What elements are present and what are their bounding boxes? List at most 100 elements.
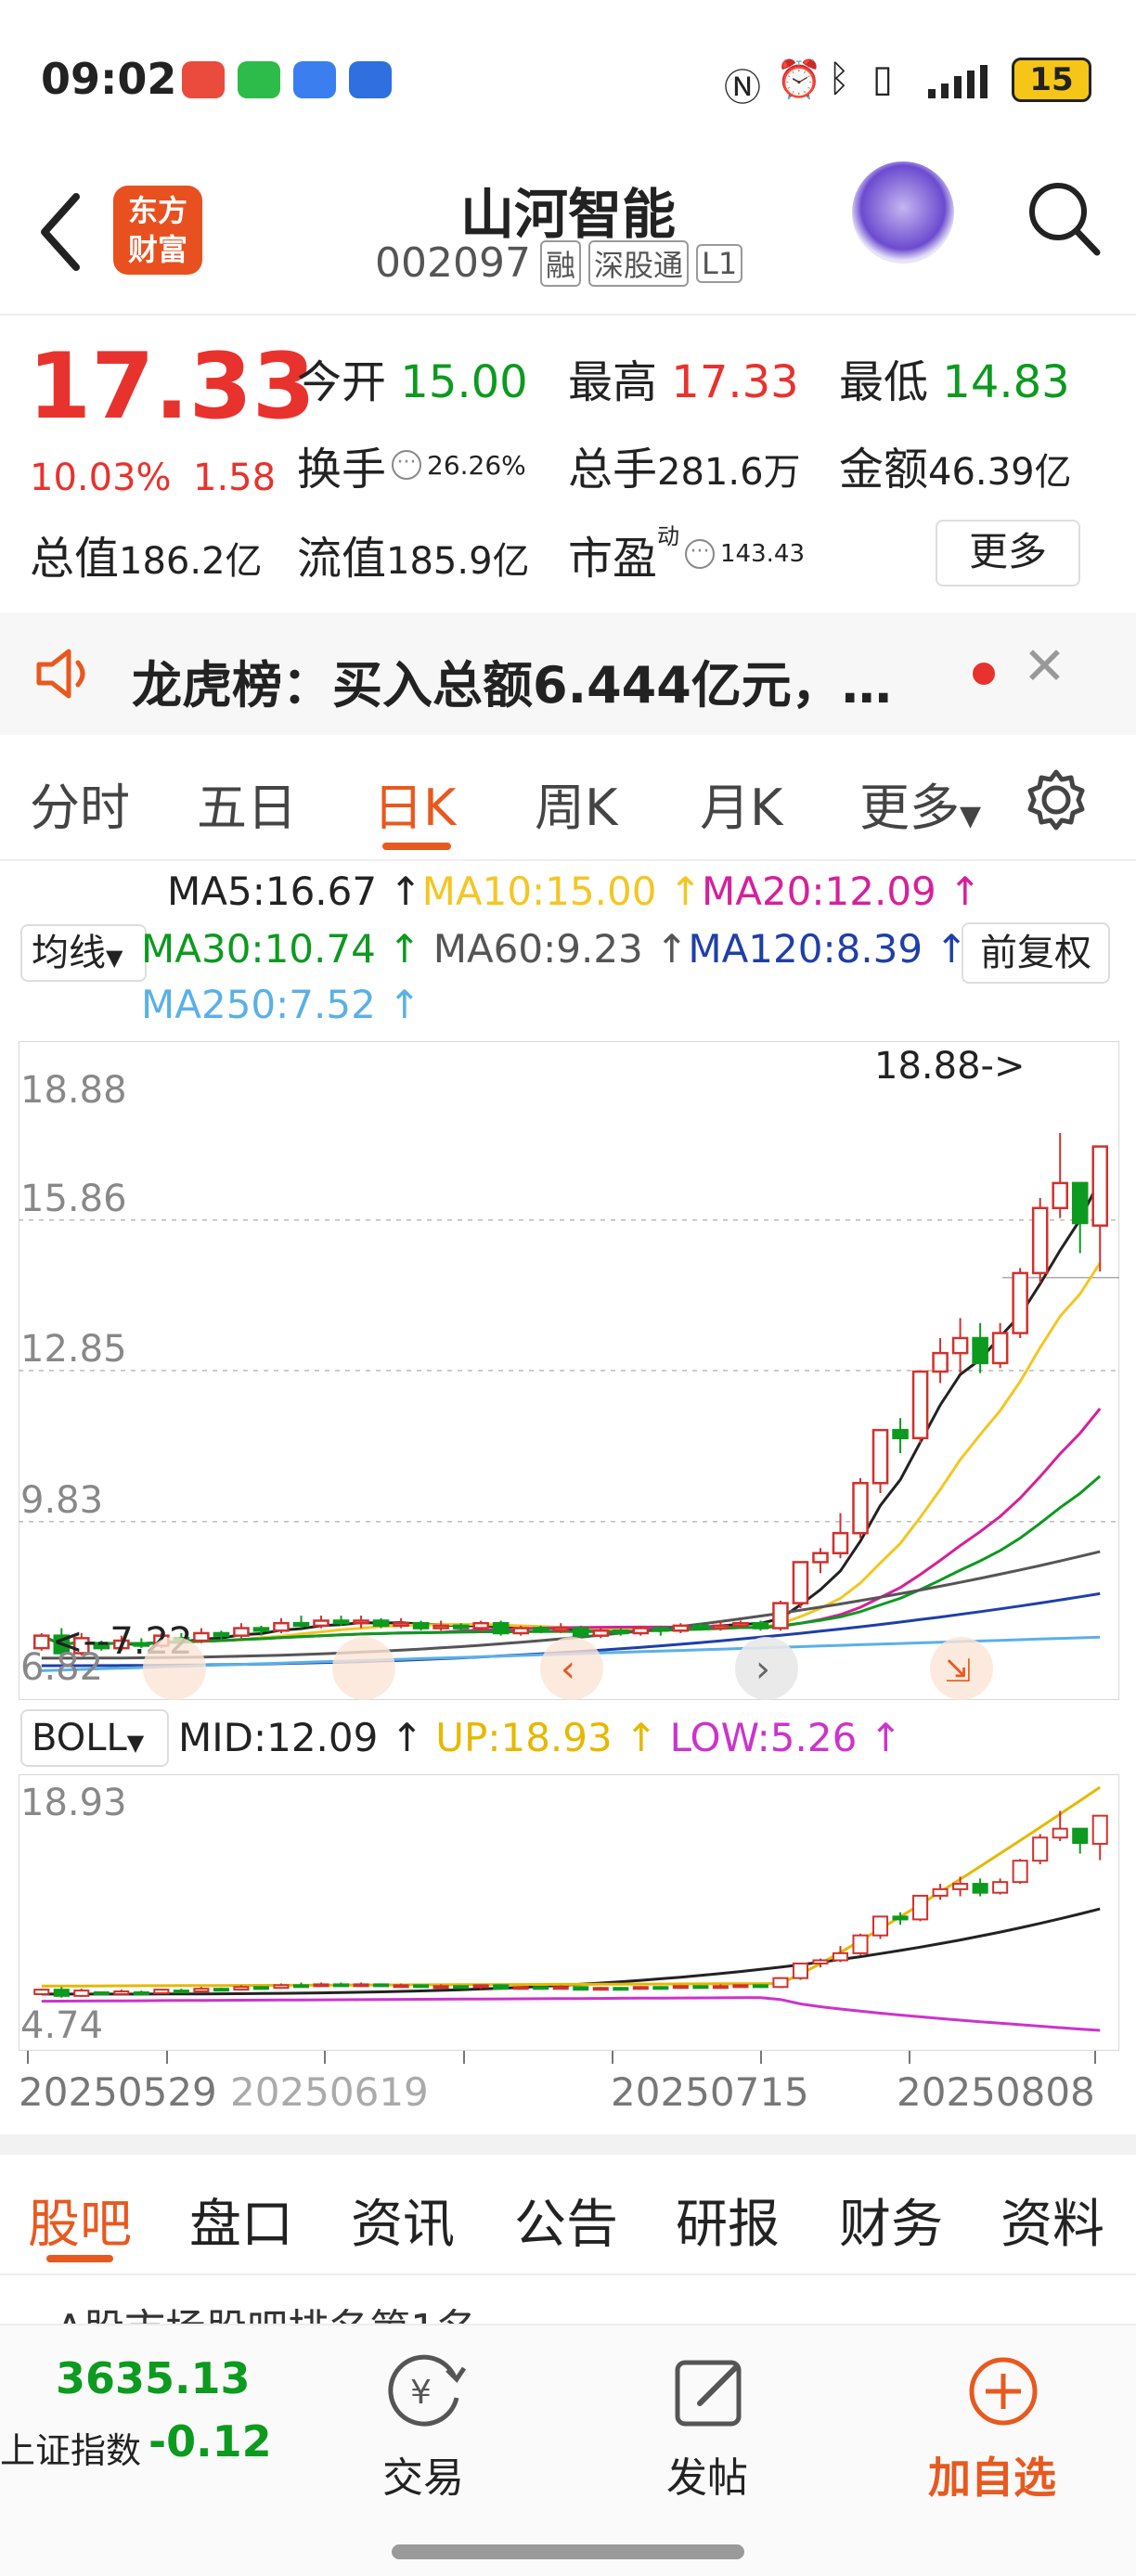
home-indicator[interactable]: [392, 2544, 744, 2559]
boll-candle-body: [652, 1986, 669, 1990]
change-percent: 10.03%: [30, 457, 172, 499]
boll-candle-body: [1072, 1827, 1089, 1844]
more-button[interactable]: 更多: [936, 520, 1080, 586]
boll-select-button[interactable]: BOLL▼: [20, 1709, 169, 1767]
boll-candle-body: [252, 1986, 269, 1990]
pe-value: 143.43: [720, 540, 805, 568]
indicator-select-button[interactable]: 均线▼: [20, 924, 147, 982]
float-stat: 流值185.9亿: [297, 522, 530, 586]
ma-legend-row-2: MA30:10.74 ↑ MA60:9.23 ↑MA120:8.39 ↑: [141, 926, 968, 972]
boll-candle-body: [872, 1915, 889, 1937]
stock-code: 002097: [375, 239, 531, 287]
speaker-icon: [36, 649, 85, 699]
dropdown-caret-icon: ▼: [960, 800, 982, 832]
boll-candle-body: [73, 1990, 90, 1997]
peek-content: A股市场股吧排名第1名: [56, 2305, 477, 2324]
tab-five-day[interactable]: 五日: [197, 766, 297, 840]
candle-body: [892, 1428, 909, 1440]
low-value: 14.83: [942, 356, 1070, 408]
mktcap-label: 总值: [30, 533, 120, 585]
price-adjust-button[interactable]: 前复权: [962, 922, 1110, 984]
low-stat: 最低 14.83: [839, 345, 1070, 410]
boll-up-legend: UP:18.93 ↑: [435, 1715, 658, 1760]
indicator-select-label: 均线: [32, 932, 106, 974]
tab-monthly-k[interactable]: 月K: [700, 766, 782, 840]
boll-candle-body: [233, 1986, 250, 1991]
level-tag: L1: [696, 243, 743, 283]
quote-panel: 17.33 10.03% 1.58 今开 15.00 最高 17.33 最低 1…: [0, 317, 1136, 596]
bottom-toolbar: 3635.13 上证指数 -0.12 ¥ 交易 发帖 加自选: [0, 2324, 1136, 2576]
vibrate-icon: ▯: [872, 58, 894, 100]
boll-ytick-bottom: 4.74: [20, 2004, 103, 2047]
tab-profile[interactable]: 资料: [1000, 2183, 1104, 2258]
candle-body: [951, 1336, 969, 1355]
status-time: 09:02: [41, 54, 177, 104]
tab-research[interactable]: 研报: [676, 2183, 780, 2258]
tab-announcements[interactable]: 公告: [514, 2183, 618, 2258]
ma10-legend: MA10:15.00 ↑: [421, 869, 702, 914]
candle-body: [832, 1531, 849, 1554]
candle-body: [292, 1621, 310, 1628]
tab-financials[interactable]: 财务: [839, 2183, 943, 2258]
add-watchlist-button[interactable]: [962, 2350, 1045, 2437]
boll-candle-body: [512, 1986, 529, 1990]
trade-button[interactable]: ¥: [382, 2350, 467, 2433]
add-watchlist-label[interactable]: 加自选: [928, 2444, 1056, 2505]
tab-intraday[interactable]: 分时: [30, 766, 130, 840]
boll-candle-body: [53, 1989, 70, 1997]
boll-candle-body: [952, 1883, 969, 1890]
boll-chart[interactable]: 18.93 4.74: [19, 1774, 1119, 2051]
high-label: 最高: [568, 356, 658, 408]
chart-period-tabs: 分时 五日 日K 周K 月K 更多▼: [0, 735, 1136, 861]
close-icon[interactable]: ✕: [1023, 637, 1066, 697]
candle-body: [972, 1336, 988, 1365]
x-label-4: 20250808: [897, 2069, 1095, 2115]
active-tab-indicator: [382, 843, 451, 850]
shield-app-icon: [349, 61, 392, 98]
section-divider: [0, 2134, 1136, 2155]
tab-weekly-k[interactable]: 周K: [535, 766, 617, 840]
index-value[interactable]: 3635.13: [56, 2353, 251, 2403]
tab-daily-k[interactable]: 日K: [373, 766, 456, 840]
boll-candle-body: [1052, 1827, 1068, 1839]
boll-candle-body: [692, 1985, 709, 1990]
nfc-icon: Ⓝ: [724, 67, 761, 109]
open-value: 15.00: [400, 356, 528, 408]
boll-candle-body: [792, 1962, 808, 1979]
boll-legend: MID:12.09 ↑ UP:18.93 ↑ LOW:5.26 ↑: [178, 1715, 902, 1760]
info-tab-indicator: [46, 2255, 113, 2262]
boll-candle-body: [573, 1986, 589, 1991]
boll-candle-body: [273, 1984, 290, 1990]
boll-candle-body: [373, 1983, 390, 1988]
search-button[interactable]: [1025, 176, 1103, 264]
battery-level: 15: [1029, 61, 1074, 98]
notice-bar[interactable]: 龙虎榜：买入总额6.444亿元，… ✕: [0, 612, 1136, 735]
index-name[interactable]: 上证指数: [0, 2422, 141, 2473]
search-icon: [1029, 183, 1101, 256]
kline-ytick-label: 9.83: [20, 1479, 103, 1522]
boll-caret-icon: ▼: [126, 1730, 145, 1756]
tab-pankou[interactable]: 盘口: [189, 2183, 293, 2258]
ma60-legend: MA60:9.23 ↑: [432, 926, 689, 972]
settings-gear-icon[interactable]: [1025, 768, 1088, 831]
max-price-annotation: 18.88->: [874, 1045, 1025, 1088]
status-bar: 09:02 Ⓝ ⏰ ᛒ ▯ 15: [0, 0, 1136, 158]
pe-info-icon[interactable]: ···: [685, 539, 716, 569]
post-button[interactable]: [668, 2350, 752, 2437]
turnover-stat: 换手 ··· 26.26%: [297, 432, 526, 497]
candle-body: [273, 1621, 290, 1632]
video-app-icon: [182, 61, 225, 98]
tab-more[interactable]: 更多▼: [859, 766, 981, 840]
info-icon[interactable]: ···: [392, 450, 422, 480]
tab-news[interactable]: 资讯: [351, 2183, 455, 2258]
candle-body: [1071, 1181, 1089, 1225]
robot-assistant-avatar[interactable]: [852, 161, 954, 264]
kline-ytick-label: 12.85: [20, 1328, 127, 1371]
unread-dot: [973, 663, 995, 685]
candle-body: [792, 1561, 809, 1604]
tab-guba[interactable]: 股吧: [28, 2183, 132, 2258]
trade-label[interactable]: 交易: [382, 2444, 464, 2504]
candle-body: [412, 1621, 430, 1629]
kline-chart[interactable]: 18.8815.8612.859.836.82 18.88-> <--7.22 …: [19, 1041, 1119, 1700]
post-label[interactable]: 发帖: [666, 2444, 748, 2504]
